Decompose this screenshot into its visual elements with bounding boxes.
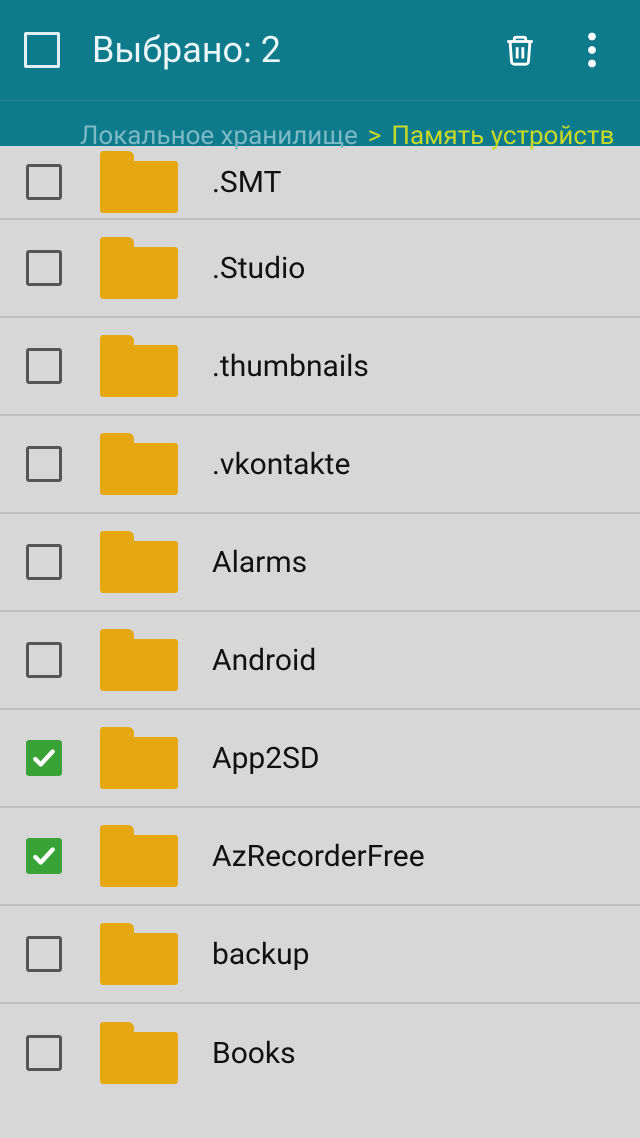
item-checkbox[interactable] [26, 348, 62, 384]
breadcrumb-current[interactable]: Память устройств [391, 121, 614, 151]
folder-icon [100, 1022, 178, 1084]
list-item[interactable]: .vkontakte [0, 416, 640, 514]
item-name: Android [212, 643, 316, 678]
item-checkbox[interactable] [26, 544, 62, 580]
folder-icon [100, 433, 178, 495]
item-checkbox[interactable] [26, 446, 62, 482]
folder-icon [100, 923, 178, 985]
list-item[interactable]: App2SD [0, 710, 640, 808]
breadcrumb-separator: > [368, 121, 382, 151]
folder-icon [100, 727, 178, 789]
breadcrumb-root[interactable]: Локальное хранилище [80, 121, 358, 151]
folder-icon [100, 335, 178, 397]
selection-header: Выбрано: 2 [0, 0, 640, 100]
item-checkbox[interactable] [26, 250, 62, 286]
check-icon [31, 745, 57, 771]
item-checkbox[interactable] [26, 642, 62, 678]
item-name: Alarms [212, 545, 307, 580]
item-name: App2SD [212, 741, 320, 776]
folder-icon [100, 237, 178, 299]
folder-icon [100, 825, 178, 887]
trash-icon [503, 31, 537, 69]
list-item[interactable]: backup [0, 906, 640, 1004]
folder-icon [100, 531, 178, 593]
list-item[interactable]: .SMT [0, 146, 640, 220]
folder-list: .SMT .Studio .thumbnails .vkontakte Alarms An… [0, 146, 640, 1102]
item-name: .vkontakte [212, 447, 350, 482]
list-item[interactable]: Books [0, 1004, 640, 1102]
item-name: Books [212, 1036, 296, 1071]
more-menu-button[interactable] [568, 26, 616, 74]
list-item[interactable]: Android [0, 612, 640, 710]
delete-button[interactable] [496, 26, 544, 74]
item-name: AzRecorderFree [212, 839, 425, 874]
select-all-checkbox[interactable] [24, 32, 60, 68]
list-item[interactable]: Alarms [0, 514, 640, 612]
item-name: .Studio [212, 251, 305, 286]
folder-icon [100, 629, 178, 691]
more-vertical-icon [587, 32, 597, 68]
list-item[interactable]: .thumbnails [0, 318, 640, 416]
item-checkbox[interactable] [26, 164, 62, 200]
list-item[interactable]: AzRecorderFree [0, 808, 640, 906]
item-checkbox[interactable] [26, 936, 62, 972]
folder-icon [100, 151, 178, 213]
item-checkbox[interactable] [26, 1035, 62, 1071]
item-checkbox[interactable] [26, 740, 62, 776]
item-name: .thumbnails [212, 349, 369, 384]
item-checkbox[interactable] [26, 838, 62, 874]
selection-count: Выбрано: 2 [92, 29, 472, 71]
item-name: .SMT [212, 165, 281, 200]
item-name: backup [212, 937, 309, 972]
list-item[interactable]: .Studio [0, 220, 640, 318]
check-icon [31, 843, 57, 869]
